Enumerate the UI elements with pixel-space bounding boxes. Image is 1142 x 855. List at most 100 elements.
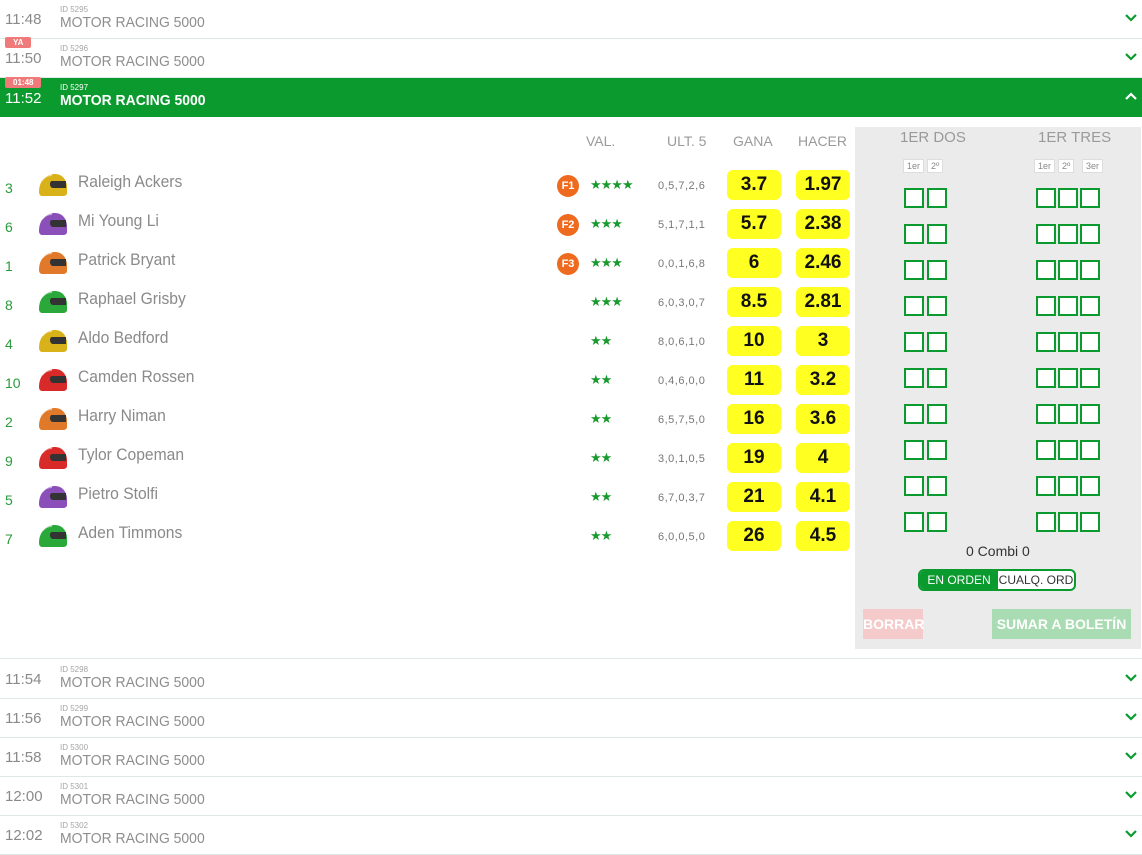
first-two-checkbox[interactable] <box>927 368 947 388</box>
rating-stars: ★★★ <box>590 216 623 231</box>
race-row[interactable]: 11:48 ID 5295 MOTOR RACING 5000 <box>0 0 1142 39</box>
race-row[interactable]: YA 11:50 ID 5296 MOTOR RACING 5000 <box>0 37 1142 78</box>
first-three-checkbox[interactable] <box>1058 296 1078 316</box>
first-three-checkbox[interactable] <box>1036 476 1056 496</box>
first-three-checkbox[interactable] <box>1058 332 1078 352</box>
first-three-checkbox[interactable] <box>1036 368 1056 388</box>
chevron-down-icon[interactable] <box>1125 51 1137 63</box>
chevron-up-icon[interactable] <box>1125 90 1137 102</box>
first-three-checkbox[interactable] <box>1036 332 1056 352</box>
win-odds-button[interactable]: 8.5 <box>727 287 781 317</box>
chevron-down-icon[interactable] <box>1125 789 1137 801</box>
place-odds-button[interactable]: 2.38 <box>796 209 850 239</box>
order-toggle[interactable]: EN ORDEN CUALQ. ORD <box>918 569 1076 591</box>
first-three-checkbox[interactable] <box>1058 224 1078 244</box>
helmet-icon <box>39 213 67 235</box>
first-two-checkbox[interactable] <box>927 404 947 424</box>
first-three-checkbox[interactable] <box>1036 188 1056 208</box>
first-three-checkbox[interactable] <box>1036 296 1056 316</box>
place-odds-button[interactable]: 3.6 <box>796 404 850 434</box>
place-odds-button[interactable]: 2.46 <box>796 248 850 278</box>
first-three-checkbox[interactable] <box>1080 476 1100 496</box>
win-odds-button[interactable]: 6 <box>727 248 781 278</box>
first-two-checkbox[interactable] <box>927 188 947 208</box>
place-odds-button[interactable]: 3.2 <box>796 365 850 395</box>
first-three-checkbox[interactable] <box>1080 512 1100 532</box>
first-two-checkbox[interactable] <box>927 440 947 460</box>
first-three-checkbox[interactable] <box>1058 260 1078 280</box>
first-three-checkbox[interactable] <box>1080 260 1100 280</box>
first-three-checkbox[interactable] <box>1058 476 1078 496</box>
first-three-checkbox[interactable] <box>1036 260 1056 280</box>
first-two-checkbox[interactable] <box>927 296 947 316</box>
race-row[interactable]: 12:00 ID 5301 MOTOR RACING 5000 <box>0 777 1142 816</box>
place-odds-button[interactable]: 2.81 <box>796 287 850 317</box>
win-odds-button[interactable]: 10 <box>727 326 781 356</box>
chevron-down-icon[interactable] <box>1125 711 1137 723</box>
first-three-checkbox[interactable] <box>1058 368 1078 388</box>
first-two-checkbox[interactable] <box>904 260 924 280</box>
first-three-checkbox[interactable] <box>1036 440 1056 460</box>
first-two-checkbox[interactable] <box>904 368 924 388</box>
win-odds-button[interactable]: 21 <box>727 482 781 512</box>
favourite-badge: F2 <box>557 214 579 236</box>
first-three-checkbox[interactable] <box>1080 368 1100 388</box>
first-three-checkbox[interactable] <box>1036 224 1056 244</box>
first-three-checkbox[interactable] <box>1080 332 1100 352</box>
win-odds-button[interactable]: 5.7 <box>727 209 781 239</box>
first-two-checkbox[interactable] <box>904 476 924 496</box>
first-two-checkbox[interactable] <box>904 332 924 352</box>
first-two-checkbox[interactable] <box>927 512 947 532</box>
win-odds-button[interactable]: 11 <box>727 365 781 395</box>
first-two-checkbox[interactable] <box>904 404 924 424</box>
place-odds-button[interactable]: 1.97 <box>796 170 850 200</box>
win-odds-button[interactable]: 3.7 <box>727 170 781 200</box>
race-name: MOTOR RACING 5000 <box>60 14 205 31</box>
first-two-checkbox[interactable] <box>927 476 947 496</box>
toggle-in-order[interactable]: EN ORDEN <box>920 571 998 589</box>
first-two-checkbox[interactable] <box>904 296 924 316</box>
win-odds-button[interactable]: 16 <box>727 404 781 434</box>
place-odds-button[interactable]: 3 <box>796 326 850 356</box>
chevron-down-icon[interactable] <box>1125 672 1137 684</box>
race-id: ID 5300 <box>60 743 89 752</box>
place-odds-button[interactable]: 4.5 <box>796 521 850 551</box>
win-odds-button[interactable]: 26 <box>727 521 781 551</box>
first-three-checkbox[interactable] <box>1080 404 1100 424</box>
rating-stars: ★★ <box>590 528 612 543</box>
race-row[interactable]: 11:54 ID 5298 MOTOR RACING 5000 <box>0 660 1142 699</box>
first-three-checkbox[interactable] <box>1080 296 1100 316</box>
pos-label-first: 1er <box>903 159 925 173</box>
place-odds-button[interactable]: 4 <box>796 443 850 473</box>
add-to-slip-button[interactable]: SUMAR A BOLETÍN <box>992 609 1131 639</box>
toggle-any-order[interactable]: CUALQ. ORD <box>998 571 1074 589</box>
race-time: 11:48 <box>5 11 42 28</box>
chevron-down-icon[interactable] <box>1125 12 1137 24</box>
first-three-checkbox[interactable] <box>1058 404 1078 424</box>
first-two-checkbox[interactable] <box>904 188 924 208</box>
first-three-checkbox[interactable] <box>1058 512 1078 532</box>
race-row[interactable]: 11:56 ID 5299 MOTOR RACING 5000 <box>0 699 1142 738</box>
race-row[interactable]: 11:58 ID 5300 MOTOR RACING 5000 <box>0 738 1142 777</box>
first-two-checkbox[interactable] <box>904 224 924 244</box>
chevron-down-icon[interactable] <box>1125 828 1137 840</box>
chevron-down-icon[interactable] <box>1125 750 1137 762</box>
last-5-results: 3,0,1,0,5 <box>658 453 706 465</box>
race-row[interactable]: 12:02 ID 5302 MOTOR RACING 5000 <box>0 816 1142 855</box>
first-three-checkbox[interactable] <box>1058 188 1078 208</box>
first-two-checkbox[interactable] <box>927 260 947 280</box>
win-odds-button[interactable]: 19 <box>727 443 781 473</box>
clear-button[interactable]: BORRAR <box>863 609 924 639</box>
place-odds-button[interactable]: 4.1 <box>796 482 850 512</box>
first-two-checkbox[interactable] <box>904 512 924 532</box>
active-race-header[interactable]: 01:48 11:52 ID 5297 MOTOR RACING 5000 <box>0 77 1142 117</box>
first-three-checkbox[interactable] <box>1036 512 1056 532</box>
first-three-checkbox[interactable] <box>1080 440 1100 460</box>
first-three-checkbox[interactable] <box>1058 440 1078 460</box>
first-three-checkbox[interactable] <box>1080 188 1100 208</box>
first-two-checkbox[interactable] <box>927 224 947 244</box>
first-three-checkbox[interactable] <box>1080 224 1100 244</box>
first-two-checkbox[interactable] <box>904 440 924 460</box>
first-three-checkbox[interactable] <box>1036 404 1056 424</box>
first-two-checkbox[interactable] <box>927 332 947 352</box>
